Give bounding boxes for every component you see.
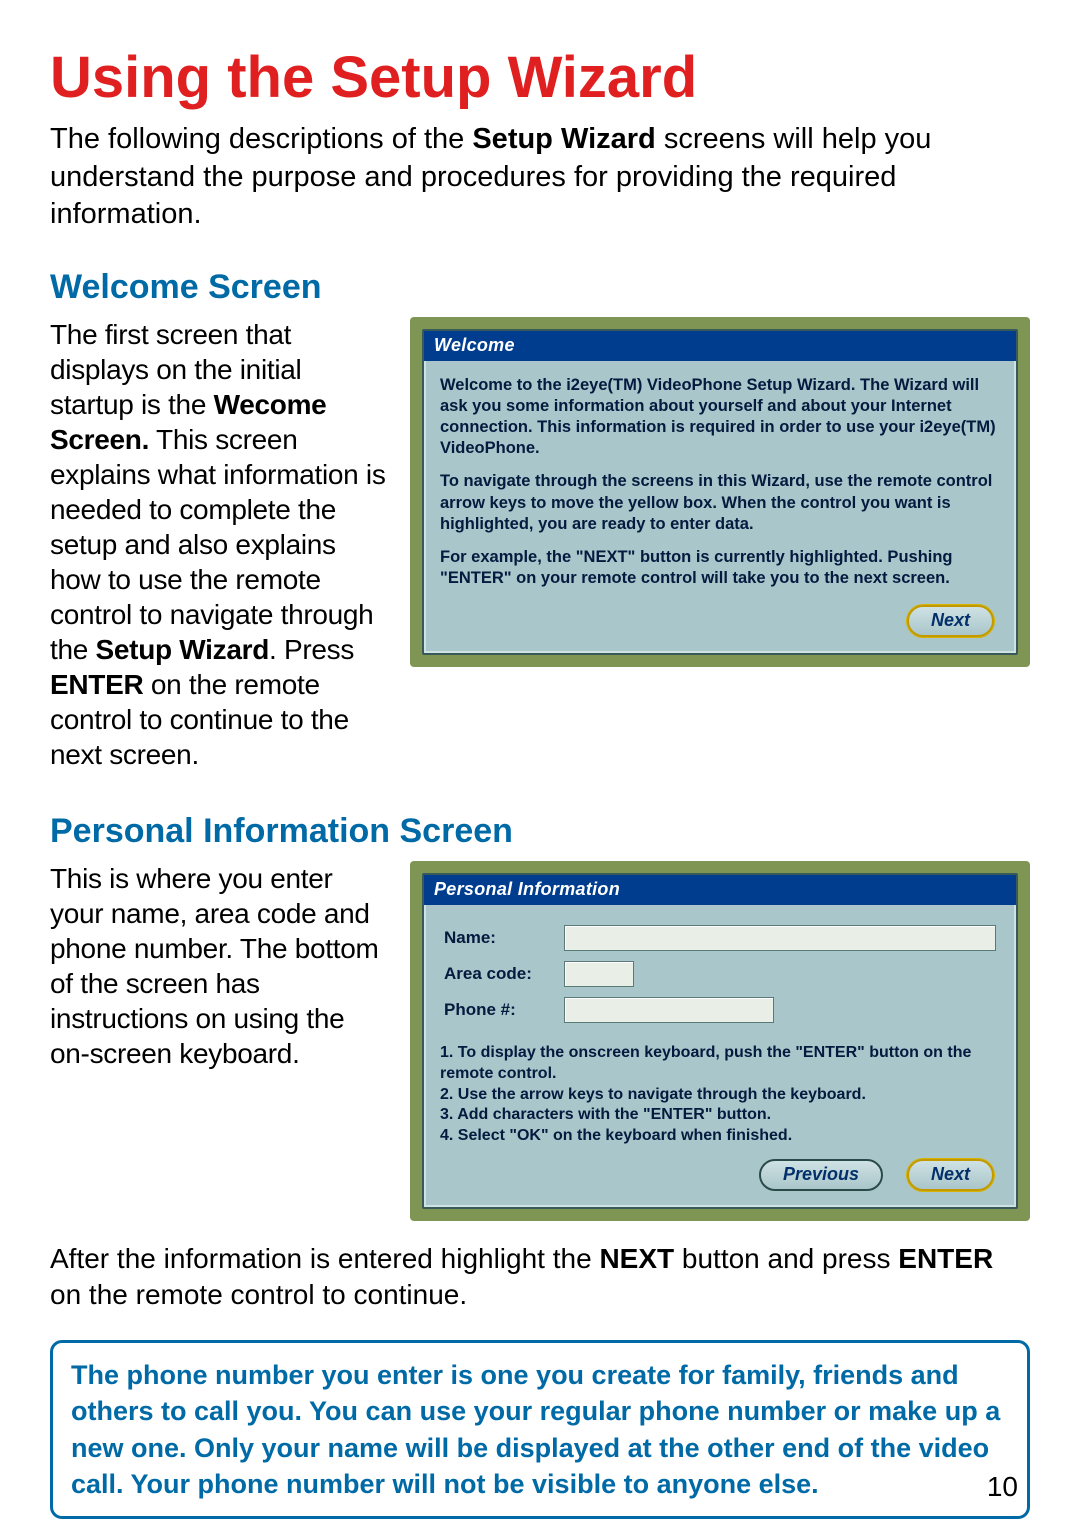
- welcome-para3: For example, the "NEXT" button is curren…: [440, 547, 1000, 589]
- welcome-para1: Welcome to the i2eye(TM) VideoPhone Setu…: [440, 375, 1000, 459]
- t: button and press: [674, 1243, 898, 1274]
- area-code-field[interactable]: [564, 961, 634, 987]
- page-title: Using the Setup Wizard: [50, 48, 1030, 109]
- previous-button[interactable]: Previous: [759, 1159, 883, 1191]
- next-button[interactable]: Next: [907, 605, 994, 637]
- welcome-body: Welcome to the i2eye(TM) VideoPhone Setu…: [424, 361, 1016, 653]
- row-phone: Phone #:: [444, 997, 996, 1023]
- intro-bold: Setup Wizard: [472, 123, 655, 155]
- instr1: 1. To display the onscreen keyboard, pus…: [440, 1043, 1000, 1085]
- t: After the information is entered highlig…: [50, 1243, 599, 1274]
- phone-field[interactable]: [564, 997, 774, 1023]
- section-personal-title: Personal Information Screen: [50, 812, 1030, 851]
- label-phone: Phone #:: [444, 1000, 554, 1020]
- intro-pre: The following descriptions of the: [50, 123, 472, 155]
- after-paragraph: After the information is entered highlig…: [50, 1241, 1030, 1314]
- t: ENTER: [898, 1243, 993, 1274]
- welcome-para2: To navigate through the screens in this …: [440, 471, 1000, 534]
- row-name: Name:: [444, 925, 996, 951]
- welcome-description: The first screen that displays on the in…: [50, 317, 390, 772]
- t: Setup Wizard: [96, 634, 270, 665]
- personal-titlebar: Personal Information: [424, 875, 1016, 905]
- personal-row: This is where you enter your name, area …: [50, 861, 1030, 1221]
- section-welcome-title: Welcome Screen: [50, 268, 1030, 307]
- welcome-button-row: Next: [440, 601, 1000, 643]
- personal-fields: Name: Area code: Phone #:: [440, 919, 1000, 1035]
- t: This screen explains what information is…: [50, 424, 386, 665]
- row-area: Area code:: [444, 961, 996, 987]
- next-button[interactable]: Next: [907, 1159, 994, 1191]
- t: . Press: [269, 634, 354, 665]
- t: ENTER: [50, 669, 143, 700]
- personal-instructions: 1. To display the onscreen keyboard, pus…: [440, 1043, 1000, 1147]
- page-number: 10: [987, 1471, 1018, 1503]
- personal-panel: Personal Information Name: Area code: Ph…: [422, 873, 1018, 1209]
- t: on the remote control to continue.: [50, 1279, 467, 1310]
- label-name: Name:: [444, 928, 554, 948]
- label-area: Area code:: [444, 964, 554, 984]
- personal-body: Name: Area code: Phone #: 1. To display …: [424, 905, 1016, 1207]
- intro-paragraph: The following descriptions of the Setup …: [50, 121, 1030, 234]
- personal-description: This is where you enter your name, area …: [50, 861, 390, 1071]
- callout-box: The phone number you enter is one you cr…: [50, 1340, 1030, 1520]
- welcome-screenshot: Welcome Welcome to the i2eye(TM) VideoPh…: [410, 317, 1030, 667]
- instr2: 2. Use the arrow keys to navigate throug…: [440, 1085, 1000, 1106]
- name-field[interactable]: [564, 925, 996, 951]
- personal-button-row: Previous Next: [440, 1155, 1000, 1197]
- personal-screenshot: Personal Information Name: Area code: Ph…: [410, 861, 1030, 1221]
- welcome-panel: Welcome Welcome to the i2eye(TM) VideoPh…: [422, 329, 1018, 655]
- instr3: 3. Add characters with the "ENTER" butto…: [440, 1105, 1000, 1126]
- t: NEXT: [599, 1243, 674, 1274]
- instr4: 4. Select "OK" on the keyboard when fini…: [440, 1126, 1000, 1147]
- welcome-titlebar: Welcome: [424, 331, 1016, 361]
- welcome-row: The first screen that displays on the in…: [50, 317, 1030, 772]
